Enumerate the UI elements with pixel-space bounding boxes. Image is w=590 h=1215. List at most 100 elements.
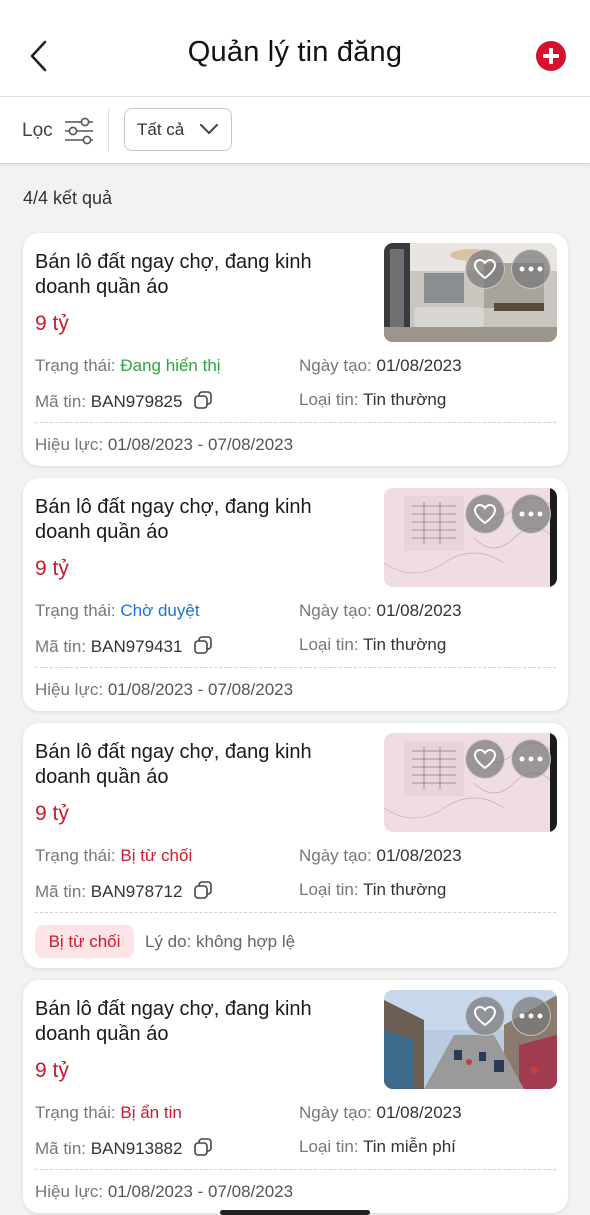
code-value: BAN913882 (90, 1139, 183, 1158)
sliders-icon (64, 117, 93, 145)
code-label: Mã tin: (35, 392, 87, 411)
validity-value: 01/08/2023 - 07/08/2023 (107, 680, 294, 699)
listing-code-row: Mã tin: BAN978712 (35, 880, 213, 902)
type-value: Tin thường (362, 390, 447, 409)
status-row: Trạng thái: Bị ẩn tin (35, 1103, 182, 1123)
status-value: Bị ẩn tin (120, 1103, 182, 1122)
listing-type-row: Loại tin: Tin thường (299, 390, 446, 410)
listing-code-row: Mã tin: BAN913882 (35, 1137, 213, 1159)
code-label: Mã tin: (35, 637, 87, 656)
reject-reason: Lý do: không hợp lệ (145, 932, 296, 951)
status-label: Trạng thái: (35, 601, 116, 620)
status-label: Trạng thái: (35, 356, 116, 375)
code-label: Mã tin: (35, 882, 87, 901)
status-row: Trạng thái: Đang hiển thị (35, 356, 221, 376)
dashed-divider (35, 1169, 556, 1170)
code-value: BAN979825 (90, 392, 183, 411)
listing-card[interactable]: Bán lô đất ngay chợ, đang kinh doanh quầ… (23, 980, 568, 1213)
created-value: 01/08/2023 (376, 601, 462, 620)
validity-row: Hiệu lực: 01/08/2023 - 07/08/2023 (35, 1182, 293, 1202)
validity-label: Hiệu lực: (35, 1182, 104, 1201)
listing-code-row: Mã tin: BAN979431 (35, 635, 213, 657)
listing-type-row: Loại tin: Tin thường (299, 880, 446, 900)
more-dots-icon (519, 756, 543, 762)
status-dropdown[interactable]: Tất cả (124, 108, 232, 151)
validity-row: Hiệu lực: 01/08/2023 - 07/08/2023 (35, 435, 293, 455)
type-value: Tin miễn phí (362, 1137, 456, 1156)
favorite-button[interactable] (465, 494, 505, 534)
copy-icon[interactable] (193, 880, 213, 900)
validity-label: Hiệu lực: (35, 680, 104, 699)
listing-card[interactable]: Bán lô đất ngay chợ, đang kinh doanh quầ… (23, 478, 568, 711)
validity-value: 01/08/2023 - 07/08/2023 (107, 1182, 294, 1201)
code-label: Mã tin: (35, 1139, 87, 1158)
favorite-button[interactable] (465, 249, 505, 289)
add-listing-button[interactable] (536, 41, 566, 71)
validity-label: Hiệu lực: (35, 435, 104, 454)
status-dropdown-value: Tất cả (137, 119, 185, 139)
status-value: Chờ duyệt (120, 601, 200, 620)
more-options-button[interactable] (511, 249, 551, 289)
chevron-down-icon (200, 124, 218, 134)
status-row: Trạng thái: Chờ duyệt (35, 601, 200, 621)
status-value: Đang hiển thị (120, 356, 221, 375)
listing-title: Bán lô đất ngay chợ, đang kinh doanh quầ… (35, 741, 312, 788)
listing-card[interactable]: Bán lô đất ngay chợ, đang kinh doanh quầ… (23, 233, 568, 466)
listing-price: 9 tỷ (35, 557, 69, 580)
dashed-divider (35, 912, 556, 913)
code-value: BAN978712 (90, 882, 183, 901)
created-date-row: Ngày tạo: 01/08/2023 (299, 356, 462, 376)
filter-label: Lọc (22, 120, 53, 141)
type-value: Tin thường (362, 880, 447, 899)
created-date-row: Ngày tạo: 01/08/2023 (299, 846, 462, 866)
listing-type-row: Loại tin: Tin thường (299, 635, 446, 655)
type-label: Loại tin: (299, 635, 359, 654)
more-dots-icon (519, 266, 543, 272)
listing-thumbnail (384, 488, 557, 587)
dashed-divider (35, 422, 556, 423)
created-label: Ngày tạo: (299, 356, 372, 375)
listing-title: Bán lô đất ngay chợ, đang kinh doanh quầ… (35, 998, 312, 1045)
status-label: Trạng thái: (35, 1103, 116, 1122)
created-value: 01/08/2023 (376, 356, 462, 375)
code-value: BAN979431 (90, 637, 183, 656)
copy-icon[interactable] (193, 1137, 213, 1157)
listing-thumbnail (384, 733, 557, 832)
home-indicator (220, 1210, 370, 1215)
created-label: Ngày tạo: (299, 601, 372, 620)
copy-icon[interactable] (193, 390, 213, 410)
listing-title: Bán lô đất ngay chợ, đang kinh doanh quầ… (35, 251, 312, 298)
more-dots-icon (519, 1013, 543, 1019)
filter-divider (108, 109, 109, 151)
listing-title: Bán lô đất ngay chợ, đang kinh doanh quầ… (35, 496, 312, 543)
copy-icon[interactable] (193, 635, 213, 655)
heart-icon (473, 503, 497, 525)
heart-icon (473, 258, 497, 280)
status-value: Bị từ chối (120, 846, 193, 865)
status-row: Trạng thái: Bị từ chối (35, 846, 192, 866)
listing-thumbnail (384, 243, 557, 342)
page-title: Quản lý tin đăng (187, 36, 403, 68)
dashed-divider (35, 667, 556, 668)
app-header: Quản lý tin đăng (0, 0, 590, 97)
favorite-button[interactable] (465, 739, 505, 779)
listing-card[interactable]: Bán lô đất ngay chợ, đang kinh doanh quầ… (23, 723, 568, 968)
more-dots-icon (519, 511, 543, 517)
created-label: Ngày tạo: (299, 1103, 372, 1122)
favorite-button[interactable] (465, 996, 505, 1036)
more-options-button[interactable] (511, 494, 551, 534)
created-value: 01/08/2023 (376, 846, 462, 865)
created-date-row: Ngày tạo: 01/08/2023 (299, 1103, 462, 1123)
more-options-button[interactable] (511, 739, 551, 779)
listing-price: 9 tỷ (35, 312, 69, 335)
filter-bar: Lọc Tất cả (0, 97, 590, 164)
rejected-badge: Bị từ chối (35, 925, 134, 958)
more-options-button[interactable] (511, 996, 551, 1036)
listing-type-row: Loại tin: Tin miễn phí (299, 1137, 456, 1157)
result-count: 4/4 kết quả (23, 188, 113, 208)
filter-button[interactable]: Lọc (22, 114, 95, 148)
type-label: Loại tin: (299, 1137, 359, 1156)
status-label: Trạng thái: (35, 846, 116, 865)
heart-icon (473, 748, 497, 770)
validity-row: Hiệu lực: 01/08/2023 - 07/08/2023 (35, 680, 293, 700)
